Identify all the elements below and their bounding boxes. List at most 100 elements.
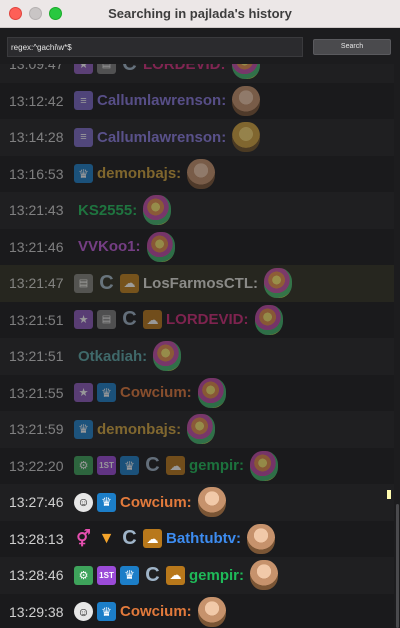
- message-username[interactable]: LosFarmosCTL:: [143, 275, 258, 292]
- crown-badge-icon[interactable]: ♛: [97, 492, 116, 512]
- message-row[interactable]: 13:21:43 KS2555:: [0, 192, 400, 229]
- message-timestamp: 13:21:43: [9, 202, 64, 219]
- gachi-emote-icon[interactable]: [232, 122, 261, 153]
- message-username[interactable]: gempir:: [189, 457, 244, 474]
- message-username[interactable]: KS2555:: [78, 202, 137, 219]
- cloud-badge-icon[interactable]: ☁: [166, 456, 185, 476]
- message-row[interactable]: 13:29:38 ☺ ♛ Cowcium:: [0, 593, 400, 628]
- star-badge-icon[interactable]: ★: [74, 310, 93, 330]
- message-username[interactable]: Cowcium:: [120, 384, 192, 401]
- robot-badge-icon[interactable]: ⚙: [74, 565, 93, 585]
- message-username[interactable]: LORDEVID:: [143, 64, 226, 73]
- c-badge-icon[interactable]: C: [143, 454, 162, 476]
- crown-badge-icon[interactable]: ♛: [97, 602, 116, 622]
- gachi-emote-icon[interactable]: [187, 158, 216, 189]
- window-title: Searching in pajlada's history: [108, 6, 292, 21]
- badge-group: ☺ ♛: [74, 492, 116, 512]
- c-badge-icon[interactable]: C: [97, 272, 116, 294]
- message-row[interactable]: 13:14:28 ≡ Callumlawrenson:: [0, 119, 400, 156]
- message-row[interactable]: 13:28:13 ⚥ ▼ C ☁ Bathtubtv:: [0, 520, 400, 557]
- search-button[interactable]: Search: [313, 39, 391, 55]
- message-row[interactable]: 13:28:46 ⚙ 1ST ♛ C ☁ gempir:: [0, 557, 400, 594]
- gachi-emote-icon[interactable]: [250, 450, 279, 481]
- search-bar: Search: [0, 28, 400, 64]
- message-row[interactable]: 13:16:53 ♛ demonbajs:: [0, 155, 400, 192]
- first-badge-icon[interactable]: 1ST: [97, 456, 116, 476]
- message-row[interactable]: 13:21:55 ★ ♛ Cowcium:: [0, 374, 400, 411]
- message-row[interactable]: 13:21:46 VVKoo1:: [0, 228, 400, 265]
- message-row[interactable]: 13:09:47 ★ ▤ C LORDEVID:: [0, 64, 400, 83]
- search-input[interactable]: [7, 37, 303, 57]
- message-username[interactable]: demonbajs:: [97, 421, 181, 438]
- crown-badge-icon[interactable]: ♛: [120, 456, 139, 476]
- gachi-emote-icon[interactable]: [197, 487, 226, 518]
- message-username[interactable]: LORDEVID:: [166, 311, 249, 328]
- first-badge-icon[interactable]: 1ST: [97, 565, 116, 585]
- robot-badge-icon[interactable]: ⚙: [74, 456, 93, 476]
- crown-badge-icon[interactable]: ♛: [74, 419, 93, 439]
- message-list[interactable]: 13:09:47★▤CLORDEVID:13:12:42≡Callumlawre…: [0, 64, 400, 628]
- message-username[interactable]: Callumlawrenson:: [97, 129, 226, 146]
- gender-badge-icon[interactable]: ⚥: [74, 529, 93, 548]
- cloud-badge-icon[interactable]: ☁: [120, 273, 139, 293]
- message-row[interactable]: 13:12:42 ≡ Callumlawrenson:: [0, 82, 400, 119]
- message-username[interactable]: Callumlawrenson:: [97, 92, 226, 109]
- badge-group: ⚙ 1ST ♛ C ☁: [74, 454, 185, 476]
- message-timestamp: 13:21:47: [9, 275, 64, 292]
- box-badge-icon[interactable]: ▤: [74, 273, 93, 293]
- message-username[interactable]: Cowcium:: [120, 603, 192, 620]
- sub-badge-icon[interactable]: ≡: [74, 127, 93, 147]
- gachi-emote-icon[interactable]: [146, 231, 175, 262]
- message-timestamp: 13:27:46: [9, 494, 64, 511]
- message-row[interactable]: 13:22:20 ⚙ 1ST ♛ C ☁ gempir:: [0, 447, 400, 484]
- face-badge-icon[interactable]: ☺: [74, 602, 93, 622]
- gachi-emote-icon[interactable]: [254, 304, 283, 335]
- badge-group: ⚥ ▼ C ☁: [74, 527, 162, 549]
- c-badge-icon[interactable]: C: [120, 308, 139, 330]
- crown-badge-icon[interactable]: ♛: [97, 383, 116, 403]
- message-timestamp: 13:28:46: [9, 567, 64, 584]
- crown-badge-icon[interactable]: ♛: [120, 565, 139, 585]
- crown-badge-icon[interactable]: ♛: [74, 164, 93, 184]
- message-username[interactable]: gempir:: [189, 567, 244, 584]
- badge-group: ★ ♛: [74, 383, 116, 403]
- sub-badge-icon[interactable]: ≡: [74, 91, 93, 111]
- star-badge-icon[interactable]: ★: [74, 383, 93, 403]
- box-badge-icon[interactable]: ▤: [97, 64, 116, 74]
- c-badge-icon[interactable]: C: [120, 527, 139, 549]
- scrollbar[interactable]: [394, 64, 400, 628]
- box-badge-icon[interactable]: ▤: [97, 310, 116, 330]
- message-timestamp: 13:14:28: [9, 129, 64, 146]
- message-username[interactable]: demonbajs:: [97, 165, 181, 182]
- c-badge-icon[interactable]: C: [143, 564, 162, 586]
- message-username[interactable]: Otkadiah:: [78, 348, 147, 365]
- gachi-emote-icon[interactable]: [197, 596, 226, 627]
- scrollbar-thumb[interactable]: [396, 504, 399, 628]
- message-row[interactable]: 13:21:47 ▤ C ☁ LosFarmosCTL:: [0, 265, 400, 302]
- message-row[interactable]: 13:21:51 ★ ▤ C ☁ LORDEVID:: [0, 301, 400, 338]
- badge-group: ⚙ 1ST ♛ C ☁: [74, 564, 185, 586]
- gachi-emote-icon[interactable]: [197, 377, 226, 408]
- gachi-emote-icon[interactable]: [153, 341, 182, 372]
- gachi-emote-icon[interactable]: [232, 85, 261, 116]
- c-badge-icon[interactable]: C: [120, 64, 139, 75]
- message-username[interactable]: Bathtubtv:: [166, 530, 241, 547]
- message-row[interactable]: 13:27:46 ☺ ♛ Cowcium:: [0, 484, 400, 521]
- message-row[interactable]: 13:21:51 Otkadiah:: [0, 338, 400, 375]
- message-username[interactable]: VVKoo1:: [78, 238, 141, 255]
- title-bar: Searching in pajlada's history: [0, 0, 400, 28]
- pizza-badge-icon[interactable]: ▼: [97, 529, 116, 548]
- star-badge-icon[interactable]: ★: [74, 64, 93, 74]
- cloud-badge-icon[interactable]: ☁: [143, 310, 162, 330]
- gachi-emote-icon[interactable]: [247, 523, 275, 554]
- gachi-emote-icon[interactable]: [187, 414, 216, 445]
- gachi-emote-icon[interactable]: [231, 64, 260, 80]
- face-badge-icon[interactable]: ☺: [74, 492, 93, 512]
- message-username[interactable]: Cowcium:: [120, 494, 192, 511]
- gachi-emote-icon[interactable]: [264, 268, 293, 299]
- cloud-badge-icon[interactable]: ☁: [143, 529, 162, 549]
- cloud-badge-icon[interactable]: ☁: [166, 565, 185, 585]
- gachi-emote-icon[interactable]: [250, 560, 279, 591]
- gachi-emote-icon[interactable]: [143, 195, 172, 226]
- message-row[interactable]: 13:21:59 ♛ demonbajs:: [0, 411, 400, 448]
